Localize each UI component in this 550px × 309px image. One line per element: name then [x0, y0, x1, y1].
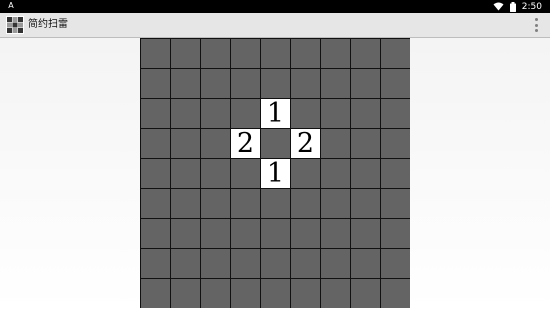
hidden-cell[interactable] — [201, 159, 230, 188]
hidden-cell[interactable] — [321, 219, 350, 248]
hidden-cell[interactable] — [321, 99, 350, 128]
overflow-menu-icon[interactable] — [532, 17, 540, 33]
hidden-cell[interactable] — [291, 279, 320, 308]
hidden-cell[interactable] — [381, 39, 410, 68]
hidden-cell[interactable] — [381, 99, 410, 128]
hidden-cell[interactable] — [321, 279, 350, 308]
hidden-cell[interactable] — [141, 129, 170, 158]
hidden-cell[interactable] — [321, 189, 350, 218]
hidden-cell[interactable] — [201, 99, 230, 128]
app-title: 简约扫雷 — [28, 19, 68, 30]
hidden-cell[interactable] — [351, 249, 380, 278]
hidden-cell[interactable] — [141, 39, 170, 68]
hidden-cell[interactable] — [231, 279, 260, 308]
hidden-cell[interactable] — [171, 159, 200, 188]
hidden-cell[interactable] — [291, 189, 320, 218]
hidden-cell[interactable] — [231, 159, 260, 188]
wifi-icon — [493, 2, 504, 11]
battery-icon — [509, 1, 516, 12]
hidden-cell[interactable] — [381, 279, 410, 308]
hidden-cell[interactable] — [201, 39, 230, 68]
hidden-cell[interactable] — [291, 39, 320, 68]
hidden-cell[interactable] — [231, 219, 260, 248]
revealed-cell: 2 — [291, 129, 320, 158]
revealed-cell: 1 — [261, 99, 290, 128]
hidden-cell[interactable] — [381, 249, 410, 278]
hidden-cell[interactable] — [321, 69, 350, 98]
hidden-cell[interactable] — [231, 69, 260, 98]
hidden-cell[interactable] — [141, 189, 170, 218]
status-right-group: 2:50 — [493, 0, 542, 13]
hidden-cell[interactable] — [201, 279, 230, 308]
hidden-cell[interactable] — [291, 159, 320, 188]
hidden-cell[interactable] — [141, 279, 170, 308]
hidden-cell[interactable] — [351, 279, 380, 308]
hidden-cell[interactable] — [261, 219, 290, 248]
hidden-cell[interactable] — [171, 279, 200, 308]
hidden-cell[interactable] — [321, 39, 350, 68]
hidden-cell[interactable] — [171, 249, 200, 278]
hidden-cell[interactable] — [201, 249, 230, 278]
hidden-cell[interactable] — [381, 159, 410, 188]
hidden-cell[interactable] — [201, 189, 230, 218]
hidden-cell[interactable] — [381, 219, 410, 248]
hidden-cell[interactable] — [231, 99, 260, 128]
hidden-cell[interactable] — [351, 159, 380, 188]
hidden-cell[interactable] — [321, 129, 350, 158]
notification-icon: A — [8, 1, 14, 10]
hidden-cell[interactable] — [381, 189, 410, 218]
hidden-cell[interactable] — [201, 129, 230, 158]
hidden-cell[interactable] — [141, 249, 170, 278]
hidden-cell[interactable] — [171, 69, 200, 98]
status-bar: A 2:50 — [0, 0, 550, 13]
hidden-cell[interactable] — [261, 249, 290, 278]
hidden-cell[interactable] — [381, 129, 410, 158]
hidden-cell[interactable] — [351, 129, 380, 158]
hidden-cell[interactable] — [351, 99, 380, 128]
hidden-cell[interactable] — [351, 39, 380, 68]
app-bar: 简约扫雷 — [0, 13, 550, 38]
hidden-cell[interactable] — [351, 189, 380, 218]
hidden-cell[interactable] — [261, 69, 290, 98]
clock: 2:50 — [521, 1, 542, 12]
hidden-cell[interactable] — [141, 219, 170, 248]
hidden-cell[interactable] — [351, 69, 380, 98]
hidden-cell[interactable] — [291, 69, 320, 98]
hidden-cell[interactable] — [261, 39, 290, 68]
hidden-cell[interactable] — [291, 99, 320, 128]
hidden-cell[interactable] — [291, 219, 320, 248]
hidden-cell[interactable] — [171, 189, 200, 218]
hidden-cell[interactable] — [321, 159, 350, 188]
hidden-cell[interactable] — [231, 249, 260, 278]
hidden-cell[interactable] — [141, 159, 170, 188]
revealed-cell: 1 — [261, 159, 290, 188]
hidden-cell[interactable] — [261, 279, 290, 308]
hidden-cell[interactable] — [141, 69, 170, 98]
hidden-cell[interactable] — [171, 39, 200, 68]
minesweeper-app-icon — [6, 16, 24, 34]
hidden-cell[interactable] — [171, 129, 200, 158]
hidden-cell[interactable] — [351, 219, 380, 248]
hidden-cell[interactable] — [141, 99, 170, 128]
hidden-cell[interactable] — [261, 189, 290, 218]
hidden-cell[interactable] — [291, 249, 320, 278]
minesweeper-board: 12 21 — [140, 38, 410, 308]
hidden-cell[interactable] — [171, 99, 200, 128]
hidden-cell[interactable] — [231, 39, 260, 68]
hidden-cell[interactable] — [231, 189, 260, 218]
hidden-cell[interactable] — [321, 249, 350, 278]
revealed-cell: 2 — [231, 129, 260, 158]
hidden-cell[interactable] — [381, 69, 410, 98]
hidden-cell[interactable] — [171, 219, 200, 248]
hidden-cell[interactable] — [261, 129, 290, 158]
hidden-cell[interactable] — [201, 69, 230, 98]
hidden-cell[interactable] — [201, 219, 230, 248]
